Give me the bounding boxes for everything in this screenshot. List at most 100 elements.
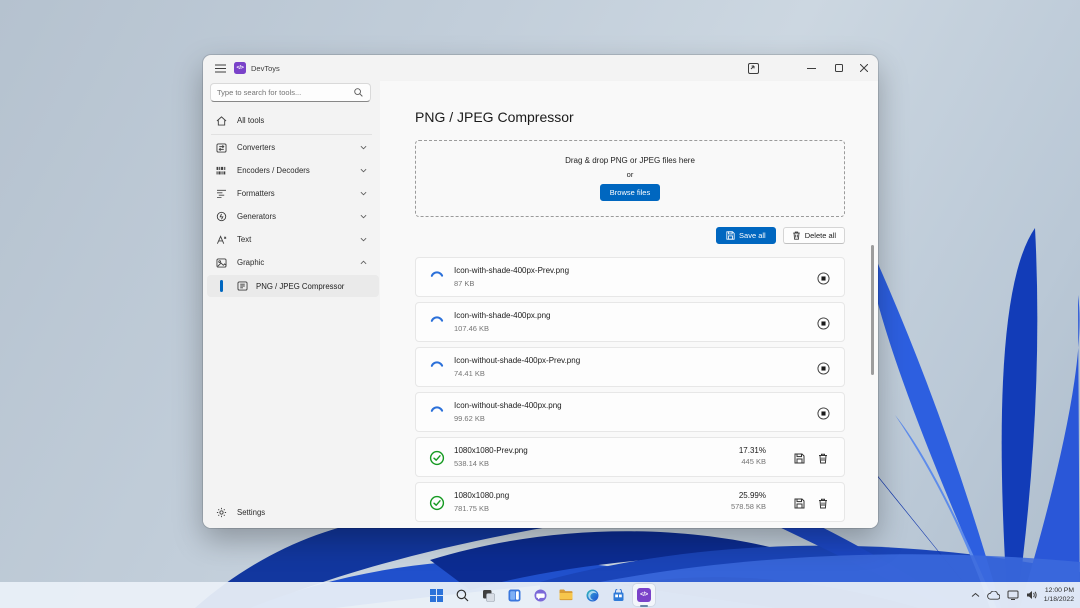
delete-all-label: Delete all — [805, 231, 836, 240]
cancel-compression-button[interactable] — [814, 269, 832, 287]
chat-button[interactable] — [529, 584, 551, 606]
cancel-compression-button[interactable] — [814, 404, 832, 422]
trash-icon — [818, 453, 828, 464]
delete-all-button[interactable]: Delete all — [783, 227, 845, 244]
sidebar-item-settings[interactable]: Settings — [207, 502, 376, 523]
sidebar-item-label: Encoders / Decoders — [237, 166, 310, 175]
file-row: Icon-without-shade-400px-Prev.png 74.41 … — [415, 347, 845, 387]
sidebar: All tools Converters Encoders / Decoders… — [203, 81, 380, 528]
save-icon — [726, 231, 735, 240]
page-title: PNG / JPEG Compressor — [415, 109, 574, 125]
progress-spinner-icon — [429, 360, 445, 376]
clock-time: 12:00 PM — [1044, 586, 1074, 595]
save-file-button[interactable] — [790, 449, 808, 467]
new-size: 578.58 KB — [731, 502, 766, 511]
search-icon — [456, 589, 469, 602]
network-icon[interactable] — [1007, 590, 1019, 600]
sidebar-item-generators[interactable]: Generators — [207, 206, 376, 227]
clock-date: 1/18/2022 — [1044, 595, 1074, 604]
sidebar-item-encoders-decoders[interactable]: Encoders / Decoders — [207, 160, 376, 181]
file-size: 99.62 KB — [454, 414, 485, 423]
stop-icon — [817, 407, 830, 420]
file-size: 781.75 KB — [454, 504, 489, 513]
store-icon — [612, 589, 625, 602]
file-explorer-button[interactable] — [555, 584, 577, 606]
task-view-button[interactable] — [477, 584, 499, 606]
devtoys-taskbar-button[interactable]: </> — [633, 584, 655, 606]
chevron-down-icon — [360, 168, 367, 173]
sidebar-item-converters[interactable]: Converters — [207, 137, 376, 158]
widgets-button[interactable] — [503, 584, 525, 606]
compression-result: 25.99% 578.58 KB — [731, 491, 766, 511]
file-size: 74.41 KB — [454, 369, 485, 378]
file-dropzone[interactable]: Drag & drop PNG or JPEG files here or Br… — [415, 140, 845, 217]
sidebar-item-label: Graphic — [237, 258, 264, 267]
hamburger-icon — [215, 64, 226, 73]
sidebar-item-formatters[interactable]: Formatters — [207, 183, 376, 204]
save-file-button[interactable] — [790, 494, 808, 512]
desktop: { "window": { "title": "DevToys", "logo_… — [0, 0, 1080, 608]
compact-overlay-icon — [748, 63, 759, 74]
maximize-icon — [835, 64, 843, 72]
sidebar-divider — [211, 134, 372, 135]
file-size: 538.14 KB — [454, 459, 489, 468]
home-icon — [216, 116, 228, 126]
microsoft-store-button[interactable] — [607, 584, 629, 606]
file-name: Icon-without-shade-400px.png — [454, 401, 562, 410]
system-tray: 12:00 PM 1/18/2022 — [971, 582, 1074, 608]
stop-icon — [817, 317, 830, 330]
file-row: Icon-with-shade-400px-Prev.png 87 KB — [415, 257, 845, 297]
scrollbar[interactable] — [871, 245, 874, 375]
close-icon — [860, 64, 868, 72]
cancel-compression-button[interactable] — [814, 314, 832, 332]
taskbar: </> 12:00 PM 1/18/2022 — [0, 582, 1080, 608]
delete-file-button[interactable] — [814, 449, 832, 467]
sidebar-item-text[interactable]: Text — [207, 229, 376, 250]
save-all-label: Save all — [739, 231, 766, 240]
volume-icon[interactable] — [1026, 590, 1037, 600]
devtoys-icon: </> — [637, 588, 651, 602]
maximize-button[interactable] — [825, 55, 853, 81]
edge-browser-button[interactable] — [581, 584, 603, 606]
list-actions: Save all Delete all — [415, 227, 845, 244]
saved-percent: 17.31% — [739, 446, 766, 455]
delete-file-button[interactable] — [814, 494, 832, 512]
search-icon — [354, 88, 363, 97]
onedrive-cloud-icon[interactable] — [987, 591, 1000, 600]
sidebar-item-label: Formatters — [237, 189, 275, 198]
devtoys-logo-icon: </> — [234, 62, 246, 74]
sidebar-item-label: Converters — [237, 143, 275, 152]
taskbar-search-button[interactable] — [451, 584, 473, 606]
stop-icon — [817, 272, 830, 285]
browse-files-button[interactable]: Browse files — [600, 184, 660, 201]
windows-start-icon — [430, 589, 443, 602]
file-size: 87 KB — [454, 279, 474, 288]
image-compressor-icon — [237, 281, 248, 291]
gear-icon — [216, 507, 228, 518]
progress-spinner-icon — [429, 270, 445, 286]
file-name: 1080x1080-Prev.png — [454, 446, 528, 455]
search-input[interactable] — [211, 88, 354, 97]
titlebar[interactable]: </> DevToys — [203, 55, 878, 81]
chevron-down-icon — [360, 214, 367, 219]
taskbar-clock[interactable]: 12:00 PM 1/18/2022 — [1044, 586, 1074, 604]
sidebar-item-graphic[interactable]: Graphic — [207, 252, 376, 273]
sidebar-item-png-jpeg-compressor[interactable]: PNG / JPEG Compressor — [207, 275, 379, 297]
start-button[interactable] — [425, 584, 447, 606]
tray-chevron-up-icon[interactable] — [971, 592, 980, 598]
compact-overlay-button[interactable] — [739, 55, 767, 81]
close-button[interactable] — [850, 55, 878, 81]
hamburger-menu-button[interactable] — [207, 55, 233, 81]
stop-icon — [817, 362, 830, 375]
save-all-button[interactable]: Save all — [716, 227, 776, 244]
minimize-button[interactable] — [797, 55, 825, 81]
converters-icon — [216, 143, 228, 153]
dropzone-instruction: Drag & drop PNG or JPEG files here — [565, 156, 695, 165]
tool-search-box[interactable] — [210, 83, 371, 102]
selected-indicator — [220, 280, 223, 292]
sidebar-item-all-tools[interactable]: All tools — [207, 110, 376, 131]
file-row: Icon-without-shade-400px.png 99.62 KB — [415, 392, 845, 432]
cancel-compression-button[interactable] — [814, 359, 832, 377]
trash-icon — [818, 498, 828, 509]
text-icon — [216, 235, 228, 245]
